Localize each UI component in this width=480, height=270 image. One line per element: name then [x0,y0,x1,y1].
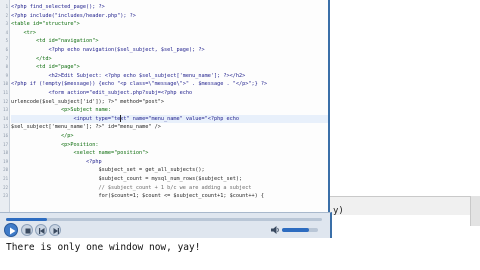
line-number: 14 [3,115,8,121]
background-window-statusbar [330,196,480,215]
line-number: 17 [3,141,8,147]
code-line[interactable]: $subject_count = mysql_num_rows($subject… [11,175,328,183]
line-number: 11 [3,90,8,95]
line-number: 21 [3,176,8,181]
code-line[interactable]: <?php find_selected_page(); ?> [11,3,328,11]
line-number: 5 [5,38,8,44]
line-number: 3 [5,21,8,27]
text-caret [120,114,121,122]
line-number: 18 [3,150,8,156]
line-number: 22 [3,184,8,190]
code-line[interactable]: <p>Position: [11,141,328,149]
code-line[interactable]: <select name="position"> [11,149,328,157]
seek-bar[interactable] [6,218,322,221]
code-line[interactable]: <input type="text" name="menu_name" valu… [11,114,328,123]
play-button[interactable] [4,223,18,237]
terminal-output: There is only one window now, yay! [6,242,201,253]
code-line[interactable]: <h2>Edit Subject: <?php echo $sel_subjec… [11,72,328,80]
code-line[interactable]: <tr> [11,29,328,37]
line-number: 19 [3,158,8,164]
stop-icon [25,228,31,234]
code-line[interactable]: <?php [11,158,328,166]
line-number: 7 [5,55,8,61]
previous-button[interactable] [35,224,47,236]
code-line[interactable]: urlencode($sel_subject['id']); ?>" metho… [11,98,328,106]
line-number: 15 [3,124,8,130]
line-number: 8 [5,64,8,70]
line-number: 6 [5,47,8,52]
code-line[interactable]: <td id="navigation"> [11,37,328,45]
line-number: 12 [3,98,8,104]
media-player-controls [0,212,332,238]
stop-button[interactable] [21,224,33,236]
line-number: 1 [5,4,8,9]
volume-level [282,228,309,232]
line-number: 9 [5,72,8,78]
line-number: 16 [3,133,8,138]
code-line[interactable]: <p>Subject name: [11,106,328,114]
code-line[interactable]: </td> [11,55,328,63]
background-window [330,0,480,196]
line-number: 2 [5,12,8,18]
play-icon [10,227,16,235]
code-line[interactable]: $subject_set = get_all_subjects(); [11,166,328,174]
next-icon [53,228,59,234]
line-number: 23 [3,193,8,199]
volume-slider[interactable] [282,228,318,232]
code-line[interactable]: for($count=1; $count <= $subject_count+1… [11,192,328,200]
previous-icon [39,228,45,234]
speaker-icon[interactable] [270,225,280,235]
code-line[interactable]: <?php if (!empty($message)) {echo "<p cl… [11,80,328,88]
code-line[interactable]: <form action="edit_subject.php?subj=<?ph… [11,89,328,97]
code-line[interactable]: $sel_subject['menu_name']; ?>" id="menu_… [11,123,328,131]
background-window-text: y) [333,206,344,216]
code-line[interactable]: <table id="structure"> [11,20,328,28]
background-window-scrollbar[interactable] [470,196,480,226]
line-number: 13 [3,107,8,113]
code-line[interactable]: <td id="page"> [11,63,328,71]
line-number: 10 [3,81,8,87]
seek-bar-progress [6,218,48,221]
next-button[interactable] [49,224,61,236]
code-line[interactable]: <?php include("includes/header.php"); ?> [11,12,328,20]
code-line[interactable]: // $subject_count + 1 b/c we are adding … [11,184,328,192]
code-editor[interactable]: <?php find_selected_page(); ?> <?php incl… [0,0,330,214]
line-number: 4 [5,29,8,35]
line-number: 20 [3,167,8,173]
code-line[interactable]: <?php echo navigation($sel_subject, $sel… [11,46,328,54]
code-line[interactable]: </p> [11,132,328,140]
